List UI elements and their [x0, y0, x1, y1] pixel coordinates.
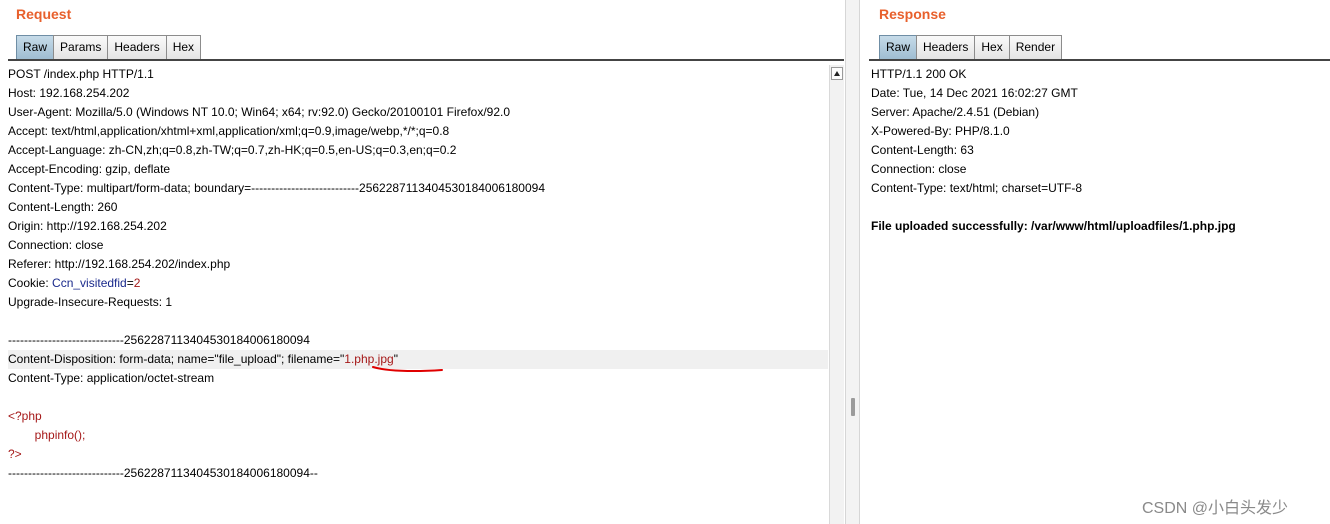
request-line: Content-Type: application/octet-stream: [8, 371, 215, 385]
request-line: Referer: http://192.168.254.202/index.ph…: [8, 257, 231, 271]
cookie-name: Ccn_visitedfid: [52, 276, 127, 290]
cookie-equals: =: [126, 276, 134, 290]
filename-value: 1.php.jpg: [344, 352, 394, 366]
request-line: Origin: http://192.168.254.202: [8, 219, 167, 233]
request-line: Accept: text/html,application/xhtml+xml,…: [8, 124, 450, 138]
upload-success-message: File uploaded successfully: /var/www/htm…: [871, 219, 1236, 233]
request-tab-divider: [8, 59, 844, 61]
response-line: Server: Apache/2.4.51 (Debian): [871, 105, 1040, 119]
tab-headers[interactable]: Headers: [916, 35, 976, 59]
response-pane: Response Raw Headers Hex Render HTTP/1.1…: [860, 0, 1330, 524]
request-line: Accept-Encoding: gzip, deflate: [8, 162, 171, 176]
scroll-up-arrow-icon[interactable]: [831, 67, 843, 80]
response-line: Content-Type: text/html; charset=UTF-8: [871, 181, 1083, 195]
tab-hex[interactable]: Hex: [974, 35, 1010, 59]
filename-close-quote: ": [393, 352, 398, 366]
response-line: HTTP/1.1 200 OK: [871, 67, 967, 81]
cookie-value: 2: [133, 276, 141, 290]
pane-splitter[interactable]: [845, 0, 860, 524]
tab-headers[interactable]: Headers: [107, 35, 167, 59]
request-line: Content-Type: multipart/form-data; bound…: [8, 181, 545, 195]
request-line: Accept-Language: zh-CN,zh;q=0.8,zh-TW;q=…: [8, 143, 457, 157]
csdn-watermark: CSDN @小白头发少: [1142, 500, 1289, 517]
response-line: Connection: close: [871, 162, 967, 176]
cookie-label: Cookie:: [8, 276, 53, 290]
content-disposition-text: Content-Disposition: form-data; name="fi…: [8, 352, 345, 366]
request-line: User-Agent: Mozilla/5.0 (Windows NT 10.0…: [8, 105, 511, 119]
request-title: Request: [16, 6, 72, 22]
response-editor[interactable]: HTTP/1.1 200 OK Date: Tue, 14 Dec 2021 1…: [871, 65, 1326, 236]
php-close-tag: ?>: [8, 447, 22, 461]
response-tab-divider: [869, 59, 1330, 61]
request-tabs: Raw Params Headers Hex: [16, 35, 202, 60]
php-code-line: phpinfo();: [8, 428, 86, 442]
cookie-line: Cookie: Ccn_visitedfid=2: [8, 274, 828, 293]
boundary-end-line: -----------------------------25622871134…: [8, 466, 318, 480]
request-pane: Request Raw Params Headers Hex POST /ind…: [0, 0, 845, 524]
content-disposition-line: Content-Disposition: form-data; name="fi…: [8, 350, 828, 372]
request-line: Upgrade-Insecure-Requests: 1: [8, 295, 173, 309]
request-scrollbar[interactable]: [829, 65, 844, 524]
tab-raw[interactable]: Raw: [16, 35, 55, 59]
response-tabs: Raw Headers Hex Render: [879, 35, 1063, 60]
response-title: Response: [879, 6, 946, 22]
boundary-line: -----------------------------25622871134…: [8, 333, 310, 347]
response-line: X-Powered-By: PHP/8.1.0: [871, 124, 1010, 138]
request-line: [8, 312, 828, 331]
splitter-grip-icon[interactable]: [851, 398, 855, 416]
tab-hex[interactable]: Hex: [165, 35, 202, 59]
request-line: Host: 192.168.254.202: [8, 86, 130, 100]
request-line: Connection: close: [8, 238, 104, 252]
response-line: Content-Length: 63: [871, 143, 974, 157]
request-line: Content-Length: 260: [8, 200, 118, 214]
request-line: POST /index.php HTTP/1.1: [8, 67, 154, 81]
response-line: [871, 198, 1326, 217]
request-line: [8, 388, 828, 407]
php-open-tag: <?php: [8, 409, 42, 423]
response-line: Date: Tue, 14 Dec 2021 16:02:27 GMT: [871, 86, 1078, 100]
tab-params[interactable]: Params: [53, 35, 109, 59]
tab-render[interactable]: Render: [1008, 35, 1063, 59]
request-editor[interactable]: POST /index.php HTTP/1.1 Host: 192.168.2…: [8, 65, 828, 524]
tab-raw[interactable]: Raw: [879, 35, 918, 59]
